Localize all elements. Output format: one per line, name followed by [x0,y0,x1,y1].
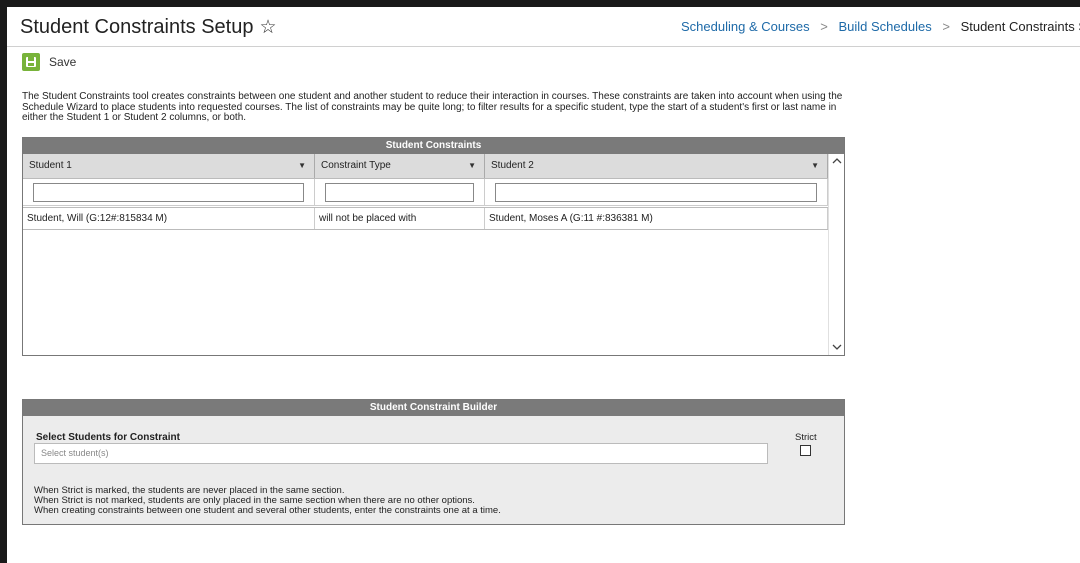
window-frame-top [0,0,1080,7]
page-header: Student Constraints Setup ☆ Scheduling & … [7,7,1080,47]
filter-row [23,179,828,206]
filter-cell [315,179,485,205]
cell-student-1: Student, Will (G:12#:815834 M) [23,208,315,229]
column-header-constraint-type[interactable]: Constraint Type ▼ [315,154,485,178]
column-label: Student 1 [29,160,72,171]
table-row[interactable]: Student, Will (G:12#:815834 M) will not … [23,207,828,230]
save-icon [22,53,40,71]
student-constraint-builder-panel: Student Constraint Builder Select Studen… [22,399,845,525]
filter-cell [23,179,315,205]
student-select-input[interactable]: Select student(s) [34,443,768,464]
scroll-up-icon[interactable] [829,156,844,167]
page-title: Student Constraints Setup ☆ [20,16,277,39]
window-frame-left [0,0,7,563]
cell-student-2: Student, Moses A (G:11 #:836381 M) [485,208,828,229]
student-constraints-panel: Student Constraints Student 1 ▼ Constrain… [22,137,845,356]
dropdown-arrow-icon[interactable]: ▼ [468,154,476,178]
note-line: When creating constraints between one st… [34,505,501,516]
cell-constraint-type: will not be placed with [315,208,485,229]
panel-title: Student Constraint Builder [23,400,844,416]
breadcrumb-scheduling-courses[interactable]: Scheduling & Courses [681,19,810,34]
column-label: Student 2 [491,160,534,171]
chevron-right-icon: > [942,19,950,34]
scroll-down-icon[interactable] [829,342,844,353]
breadcrumb-build-schedules[interactable]: Build Schedules [838,19,931,34]
strict-label: Strict [795,432,817,443]
tool-description: The Student Constraints tool creates con… [22,91,843,123]
save-button[interactable]: Save [22,53,76,71]
chevron-right-icon: > [820,19,828,34]
filter-cell [485,179,828,205]
dropdown-arrow-icon[interactable]: ▼ [811,154,819,178]
strict-checkbox[interactable] [800,445,811,456]
page-title-text: Student Constraints Setup [20,16,254,38]
save-button-label: Save [49,55,77,69]
column-label: Constraint Type [321,160,391,171]
breadcrumb: Scheduling & Courses > Build Schedules >… [681,19,1080,34]
vertical-scrollbar[interactable] [828,154,844,355]
star-icon[interactable]: ☆ [259,17,276,38]
column-header-student-1[interactable]: Student 1 ▼ [23,154,315,178]
panel-title: Student Constraints [23,138,844,154]
grid-header: Student 1 ▼ Constraint Type ▼ Student 2 ▼ [23,154,828,179]
builder-notes: When Strict is marked, the students are … [34,486,501,516]
breadcrumb-current: Student Constraints Setup [960,19,1080,34]
column-header-student-2[interactable]: Student 2 ▼ [485,154,828,178]
dropdown-arrow-icon[interactable]: ▼ [298,154,306,178]
student-1-filter-input[interactable] [33,183,304,202]
select-students-label: Select Students for Constraint [36,432,180,443]
constraint-type-filter-input[interactable] [325,183,474,202]
student-2-filter-input[interactable] [495,183,817,202]
